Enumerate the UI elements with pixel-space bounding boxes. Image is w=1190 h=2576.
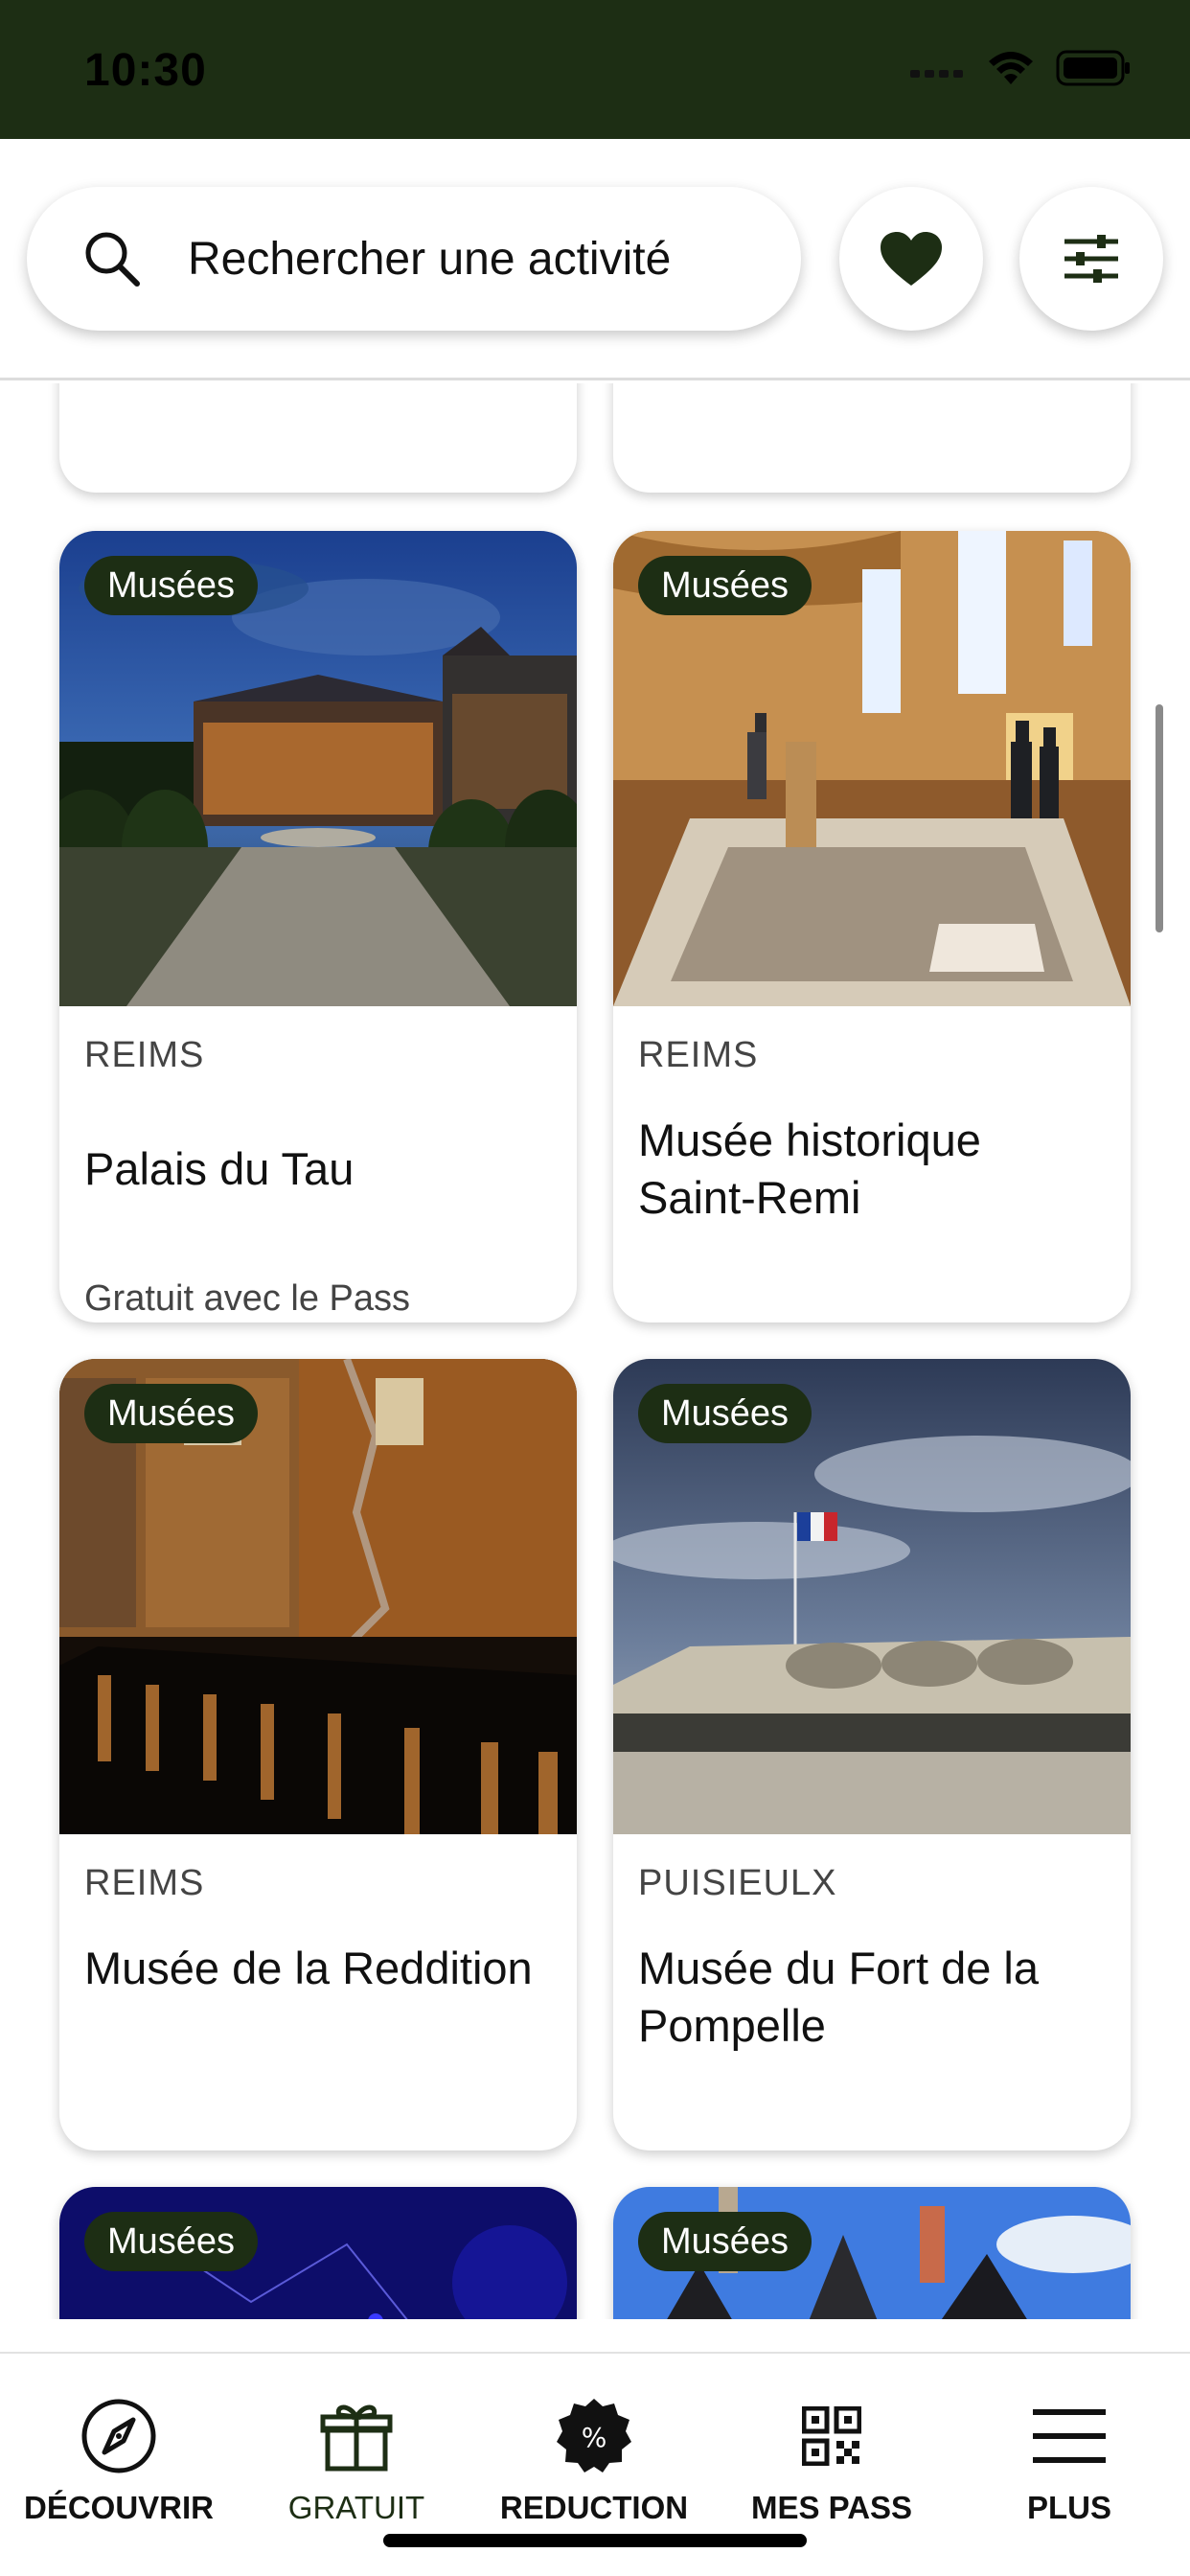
scrollbar[interactable] (1156, 704, 1163, 932)
favorites-button[interactable] (839, 187, 983, 331)
activity-card-partial-right[interactable] (613, 383, 1131, 493)
activity-card-reddition[interactable]: Musées REIMS Musée de la Reddition (59, 1359, 577, 2150)
search-icon (85, 232, 140, 287)
tab-reduction[interactable]: % REDUCTION (475, 2392, 713, 2526)
card-title: Palais du Tau (84, 1143, 355, 1194)
tab-label: MES PASS (750, 2490, 913, 2525)
home-indicator (383, 2534, 807, 2547)
tab-mes-pass[interactable]: MES PASS (713, 2392, 950, 2526)
tab-label: REDUCTION (499, 2490, 689, 2525)
category-badge: Musées (638, 2212, 812, 2271)
tab-plus[interactable]: PLUS (950, 2392, 1188, 2526)
activity-grid[interactable]: Musées REIMS Palais du Tau Gratuit avec … (0, 383, 1190, 2319)
card-city: REIMS (84, 1035, 205, 1075)
cellular-signal-icon (910, 70, 963, 78)
card-title: Musée historique Saint-Remi (638, 1115, 981, 1223)
tab-label: GRATUIT (287, 2490, 425, 2525)
compass-icon (81, 2399, 156, 2473)
menu-icon (1033, 2409, 1106, 2463)
filters-button[interactable] (1019, 187, 1163, 331)
activity-card-partial-castle[interactable]: Musées (613, 2187, 1131, 2319)
category-badge: Musées (638, 556, 812, 615)
tab-decouvrir[interactable]: DÉCOUVRIR (0, 2392, 238, 2526)
card-city: REIMS (638, 1035, 759, 1075)
search-placeholder: Rechercher une activité (188, 233, 672, 285)
heart-icon (881, 232, 942, 286)
search-field[interactable]: Rechercher une activité (27, 187, 801, 331)
status-icons (910, 50, 1133, 86)
card-title: Musée de la Reddition (84, 1943, 533, 1993)
card-subtitle: Gratuit avec le Pass (84, 1278, 411, 1319)
activity-card-partial-left[interactable] (59, 383, 577, 493)
status-bar: 10:30 (0, 0, 1190, 139)
category-badge: Musées (84, 2212, 259, 2271)
status-time: 10:30 (84, 45, 207, 96)
activity-card-saint-remi[interactable]: Musées REIMS Musée historique Saint-Remi (613, 531, 1131, 1322)
search-header: Rechercher une activité (0, 139, 1190, 380)
activity-card-partial-planetarium[interactable]: Musées (59, 2187, 577, 2319)
category-badge: Musées (84, 556, 259, 615)
card-city: PUISIEULX (638, 1863, 837, 1903)
category-badge: Musées (84, 1384, 259, 1443)
tab-gratuit[interactable]: GRATUIT (238, 2392, 475, 2526)
gift-icon (320, 2404, 393, 2472)
qr-code-icon (802, 2406, 861, 2466)
category-badge: Musées (638, 1384, 812, 1443)
card-title: Musée du Fort de la Pompelle (638, 1943, 1039, 2051)
tab-label: DÉCOUVRIR (23, 2490, 215, 2525)
activity-card-fort-pompelle[interactable]: Musées PUISIEULX Musée du Fort de la Pom… (613, 1359, 1131, 2150)
wifi-icon (989, 52, 1033, 84)
activity-card-palais-du-tau[interactable]: Musées REIMS Palais du Tau Gratuit avec … (59, 531, 577, 1322)
percent-badge-icon: % (557, 2399, 631, 2472)
card-city: REIMS (84, 1863, 205, 1903)
battery-icon (1056, 50, 1130, 86)
sliders-icon (1064, 235, 1118, 283)
tab-label: PLUS (1026, 2490, 1111, 2525)
svg-text:%: % (582, 2422, 607, 2453)
